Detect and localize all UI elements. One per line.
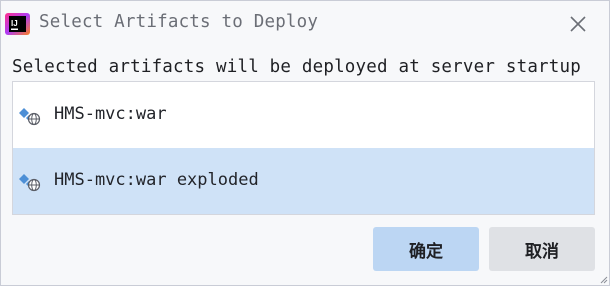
artifacts-list[interactable]: HMS-mvc:war HMS-mvc:war exploded xyxy=(12,81,595,215)
select-artifacts-dialog: IJ Select Artifacts to Deploy Selected a… xyxy=(0,0,610,286)
artifact-web-icon xyxy=(19,174,41,192)
artifact-row-war[interactable]: HMS-mvc:war xyxy=(13,82,594,148)
artifact-label: HMS-mvc:war xyxy=(54,104,167,124)
artifact-row-war-exploded[interactable]: HMS-mvc:war exploded xyxy=(13,148,594,214)
artifact-web-icon xyxy=(19,108,41,126)
resize-grip-icon[interactable] xyxy=(600,276,608,284)
close-icon[interactable] xyxy=(565,11,591,37)
intellij-idea-icon: IJ xyxy=(5,13,30,35)
cancel-button[interactable]: 取消 xyxy=(489,227,595,271)
dialog-description: Selected artifacts will be deployed at s… xyxy=(12,57,582,77)
title-bar: IJ Select Artifacts to Deploy xyxy=(1,1,609,47)
artifact-label: HMS-mvc:war exploded xyxy=(54,170,259,190)
ok-button[interactable]: 确定 xyxy=(373,227,479,271)
dialog-title: Select Artifacts to Deploy xyxy=(39,12,319,32)
app-icon-text: IJ xyxy=(11,19,18,28)
